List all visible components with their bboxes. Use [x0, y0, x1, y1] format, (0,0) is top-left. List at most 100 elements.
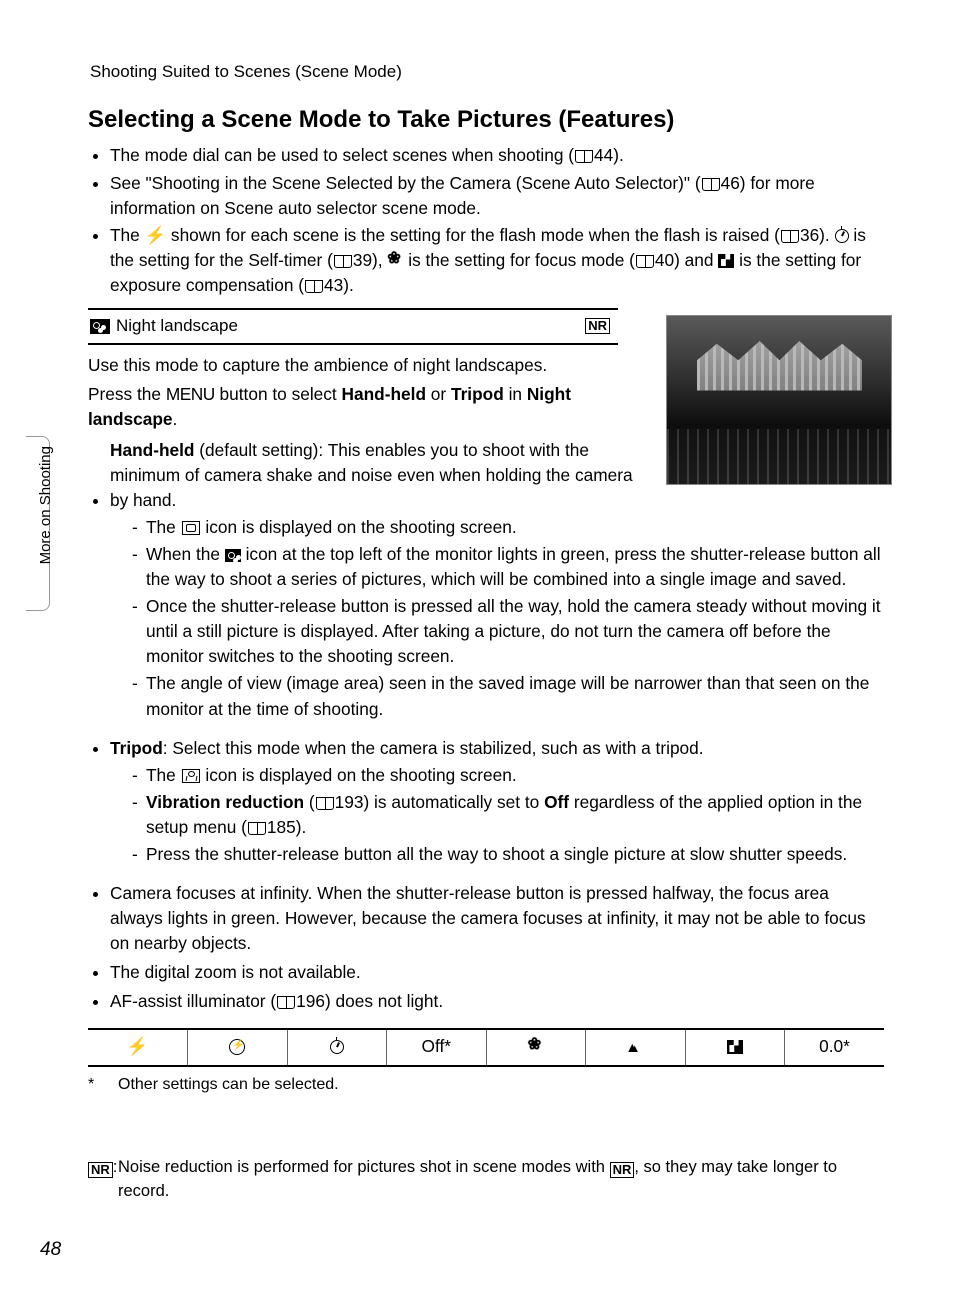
text: shown for each scene is the setting for … — [166, 225, 780, 245]
text: 36). — [800, 225, 835, 245]
tripod-screen-icon — [182, 769, 200, 783]
handheld-note-4: The angle of view (image area) seen in t… — [132, 671, 884, 721]
cell-focus-value — [586, 1029, 686, 1065]
page-ref-icon — [248, 822, 266, 835]
option-label: Tripod — [110, 738, 163, 758]
cell-exp-icon — [685, 1029, 785, 1065]
text: AF-assist illuminator ( — [110, 991, 276, 1011]
page-ref-icon — [334, 255, 352, 268]
exposure-comp-icon — [727, 1040, 743, 1054]
sample-image-night-landscape — [666, 315, 892, 485]
flash-icon: ⚡ — [127, 1034, 149, 1059]
side-tab: More on Shooting — [32, 440, 60, 570]
text: 44). — [594, 145, 624, 165]
exposure-comp-icon — [718, 254, 734, 268]
text: The — [146, 765, 181, 785]
text: 39), — [353, 250, 388, 270]
text: When the — [146, 544, 225, 564]
text-bold: Tripod — [451, 384, 504, 404]
text: Noise reduction is performed for picture… — [118, 1158, 610, 1176]
text: 43). — [324, 275, 354, 295]
text: 40) and — [655, 250, 718, 270]
nr-footnote-text: Noise reduction is performed for picture… — [118, 1156, 884, 1204]
text-bold: Hand-held — [342, 384, 426, 404]
text: : — [113, 1158, 118, 1176]
page-number: 48 — [40, 1236, 61, 1264]
text: icon at the top left of the monitor ligh… — [146, 544, 881, 589]
focus-mode-icon — [528, 1039, 544, 1055]
page-ref-icon — [781, 230, 799, 243]
text: The — [110, 225, 145, 245]
extra-note-3: AF-assist illuminator ( 196) does not lig… — [110, 989, 884, 1014]
night-landscape-icon — [90, 319, 110, 334]
night-landscape-small-icon — [225, 549, 241, 562]
text: 193) is automatically set to — [335, 792, 544, 812]
intro-item-3: The ⚡ shown for each scene is the settin… — [110, 223, 884, 298]
handheld-screen-icon — [182, 521, 200, 535]
page-ref-icon — [277, 996, 295, 1009]
flash-icon: ⚡ — [145, 223, 167, 248]
page-ref-icon — [305, 280, 323, 293]
text-bold: Vibration reduction — [146, 792, 304, 812]
intro-item-2: See "Shooting in the Scene Selected by t… — [110, 171, 884, 221]
handheld-note-3: Once the shutter-release button is press… — [132, 594, 884, 669]
nr-footnote: NR: Noise reduction is performed for pic… — [88, 1156, 884, 1204]
handheld-note-1: The icon is displayed on the shooting sc… — [132, 515, 884, 540]
text: icon is displayed on the shooting screen… — [201, 765, 517, 785]
page-header: Shooting Suited to Scenes (Scene Mode) — [90, 60, 884, 85]
option-desc: : Select this mode when the camera is st… — [163, 738, 704, 758]
page-ref-icon — [575, 150, 593, 163]
text: Press the — [88, 384, 166, 404]
text: The mode dial can be used to select scen… — [110, 145, 574, 165]
nr-badge: NR — [585, 318, 610, 334]
text-bold: Off — [544, 792, 569, 812]
text: button to select — [215, 384, 342, 404]
text: icon is displayed on the shooting screen… — [201, 517, 517, 537]
cell-exp-value: 0.0* — [785, 1029, 885, 1065]
scene-desc-1: Use this mode to capture the ambience of… — [88, 353, 618, 378]
table-footnote: * Other settings can be selected. — [88, 1073, 884, 1096]
text: is the setting for focus mode ( — [403, 250, 634, 270]
handheld-note-2: When the icon at the top left of the mon… — [132, 542, 884, 592]
focus-mode-icon — [387, 253, 403, 269]
cell-timer-icon — [287, 1029, 387, 1065]
text: 196) does not light. — [296, 991, 443, 1011]
option-tripod: Tripod: Select this mode when the camera… — [110, 736, 884, 867]
text: See "Shooting in the Scene Selected by t… — [110, 173, 701, 193]
text: . — [173, 409, 178, 429]
page-ref-icon — [316, 797, 334, 810]
nr-badge: NR — [88, 1162, 113, 1178]
cell-flash-value — [188, 1029, 288, 1065]
tripod-note-3: Press the shutter-release button all the… — [132, 842, 884, 867]
footnote-mark: * — [88, 1073, 118, 1096]
footnote-text: Other settings can be selected. — [118, 1073, 339, 1096]
tripod-note-2: Vibration reduction (193) is automatical… — [132, 790, 884, 840]
extra-note-1: Camera focuses at infinity. When the shu… — [110, 881, 884, 956]
nr-footnote-mark: NR: — [88, 1156, 118, 1204]
text: or — [426, 384, 451, 404]
scene-mode-name: Night landscape — [116, 314, 585, 339]
page-ref-icon — [636, 255, 654, 268]
cell-focus-icon — [486, 1029, 586, 1065]
mountain-icon — [625, 1039, 645, 1055]
text: 185). — [267, 817, 306, 837]
text: The — [146, 517, 181, 537]
tripod-note-1: The icon is displayed on the shooting sc… — [132, 763, 884, 788]
self-timer-icon — [835, 229, 849, 243]
scene-mode-header: Night landscape NR — [88, 308, 618, 345]
option-label: Hand-held — [110, 440, 194, 460]
flash-off-icon — [229, 1039, 245, 1055]
text: ( — [304, 792, 315, 812]
menu-button-label: MENU — [166, 384, 215, 404]
nr-badge: NR — [610, 1162, 635, 1178]
intro-item-1: The mode dial can be used to select scen… — [110, 143, 884, 168]
cell-flash-icon: ⚡ — [88, 1029, 188, 1065]
cell-timer-value: Off* — [387, 1029, 487, 1065]
page-title: Selecting a Scene Mode to Take Pictures … — [88, 103, 884, 138]
page-ref-icon — [702, 178, 720, 191]
options-list: Hand-held (default setting): This enable… — [88, 438, 884, 1015]
intro-list: The mode dial can be used to select scen… — [88, 143, 884, 297]
self-timer-icon — [330, 1040, 344, 1054]
settings-table: ⚡ Off* 0.0* — [88, 1028, 884, 1066]
extra-note-2: The digital zoom is not available. — [110, 960, 884, 985]
